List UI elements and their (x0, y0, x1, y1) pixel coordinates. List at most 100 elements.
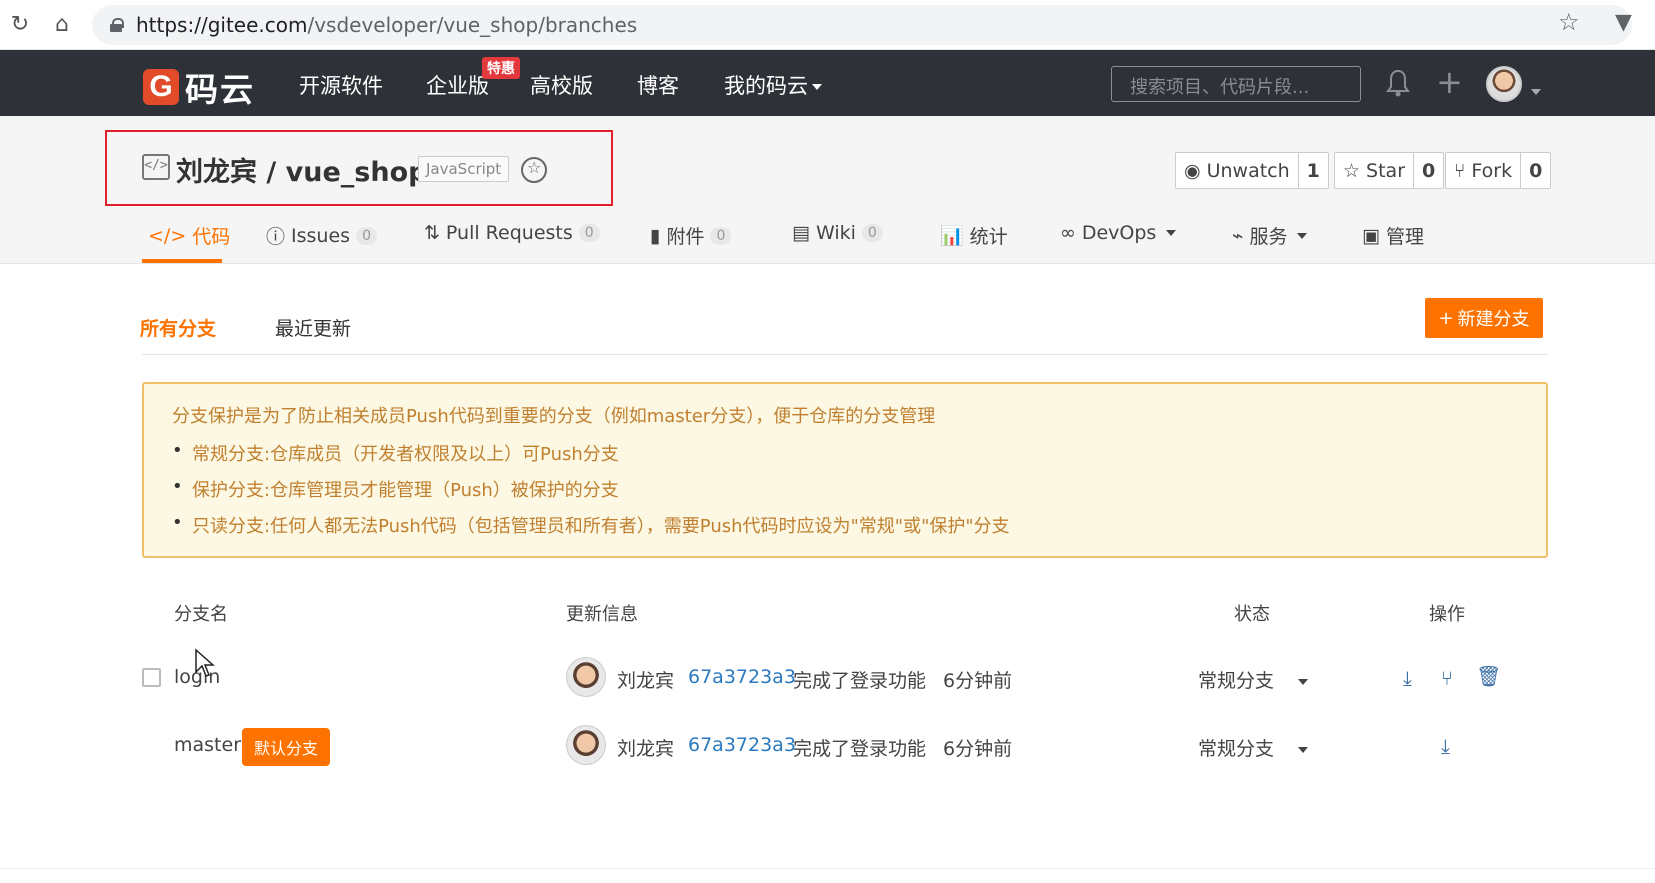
star-button[interactable]: ☆ Star 0 (1334, 152, 1445, 189)
nav-my-gitee[interactable]: 我的码云 (724, 70, 822, 100)
commit-message: 完成了登录功能 (793, 670, 927, 692)
tab-issues[interactable]: ⓘ Issues 0 (266, 222, 377, 249)
download-icon[interactable]: ⤓ (1441, 734, 1450, 758)
pr-count: 0 (578, 224, 600, 242)
address-bar[interactable]: https://gitee.com/vsdeveloper/vue_shop/b… (92, 5, 1632, 45)
commit-hash[interactable]: 67a3723a3 (688, 734, 796, 756)
chevron-down-icon (1298, 678, 1309, 685)
home-icon[interactable]: ⌂ (42, 4, 82, 44)
tab-issues-label: Issues (291, 224, 351, 247)
tab-devops[interactable]: ∞ DevOps (1060, 222, 1177, 244)
tab-code[interactable]: </> 代码 (148, 222, 230, 249)
chevron-down-icon (812, 84, 822, 90)
url-text: https://gitee.com/vsdeveloper/vue_shop/b… (136, 13, 638, 37)
download-icon[interactable]: ⤓ (1403, 666, 1412, 690)
star-count[interactable]: 0 (1413, 153, 1443, 188)
active-tab-indicator (142, 259, 222, 263)
gitee-logo[interactable]: G 码云 (143, 63, 255, 111)
repo-title[interactable]: 刘龙宾 / vue_shop (176, 150, 427, 189)
avatar-caret-icon[interactable] (1527, 81, 1541, 100)
pulse-icon: ⌁ (1232, 224, 1244, 247)
branch-name-master[interactable]: master (174, 734, 241, 756)
search-input[interactable]: 搜索项目、代码片段... (1111, 66, 1361, 102)
tab-pull-requests[interactable]: ⇅ Pull Requests 0 (424, 222, 600, 244)
user-avatar[interactable] (1486, 66, 1522, 102)
nav-open-source[interactable]: 开源软件 (299, 70, 383, 100)
plus-icon: + (1438, 307, 1454, 329)
tab-manage[interactable]: ▣ 管理 (1362, 222, 1424, 249)
subtab-recent-updates[interactable]: 最近更新 (275, 314, 351, 341)
language-badge[interactable]: JavaScript (418, 156, 510, 182)
col-update-info: 更新信息 (566, 604, 638, 625)
star-icon: ☆ (1343, 159, 1361, 182)
logo-text: 码云 (185, 70, 255, 109)
eye-icon: ◉ (1184, 159, 1201, 182)
author-avatar[interactable] (566, 657, 606, 697)
unwatch-button[interactable]: ◉ Unwatch 1 (1175, 152, 1329, 189)
tab-wiki[interactable]: ▤ Wiki 0 (792, 222, 883, 244)
fork-button[interactable]: ⑂ Fork 0 (1445, 152, 1552, 189)
page-bottom-divider (0, 868, 1655, 869)
infinity-icon: ∞ (1060, 222, 1076, 244)
new-branch-label: 新建分支 (1457, 309, 1530, 330)
issue-icon: ⓘ (266, 226, 286, 248)
browser-toolbar: ↻ ⌂ https://gitee.com/vsdeveloper/vue_sh… (0, 0, 1655, 50)
notice-item: 只读分支:任何人都无法Push代码（包括管理员和所有者），需要Push代码时应设… (172, 512, 1518, 538)
issues-count: 0 (356, 226, 377, 245)
notice-list: 常规分支:仓库成员（开发者权限及以上）可Push分支 保护分支:仓库管理员才能管… (172, 440, 1518, 538)
tab-manage-label: 管理 (1385, 226, 1424, 248)
chevron-down-icon (1166, 230, 1177, 236)
branch-status-select[interactable]: 常规分支 (1198, 734, 1309, 761)
tab-services[interactable]: ⌁ 服务 (1232, 222, 1308, 249)
hot-badge: 特惠 (482, 57, 520, 79)
default-branch-badge: 默认分支 (242, 728, 331, 766)
watch-count[interactable]: 1 (1297, 153, 1328, 188)
lock-icon (110, 18, 124, 32)
branch-status-label: 常规分支 (1198, 670, 1275, 692)
notice-item: 保护分支:仓库管理员才能管理（Push）被保护的分支 (172, 476, 1518, 502)
tab-pr-label: Pull Requests (445, 222, 573, 244)
wiki-count: 0 (861, 224, 883, 242)
nav-education[interactable]: 高校版 (530, 70, 593, 100)
fork-label: Fork (1471, 159, 1513, 182)
code-icon: </> (148, 224, 187, 247)
subtab-all-branches[interactable]: 所有分支 (140, 314, 216, 341)
tab-wiki-label: Wiki (815, 222, 856, 244)
reload-icon[interactable]: ↻ (0, 4, 40, 44)
commit-author[interactable]: 刘龙宾 (617, 666, 674, 693)
trash-icon[interactable]: 🗑 (1476, 664, 1501, 688)
author-avatar[interactable] (566, 725, 606, 765)
plus-icon[interactable]: + (1436, 66, 1463, 98)
nav-enterprise[interactable]: 企业版 (426, 70, 489, 100)
tab-devops-label: DevOps (1081, 222, 1157, 244)
mouse-cursor-icon (195, 648, 215, 677)
col-status: 状态 (1234, 604, 1270, 625)
nav-blog[interactable]: 博客 (637, 70, 679, 100)
bookmark-star-icon[interactable]: ☆ (1558, 8, 1580, 36)
col-branch-name: 分支名 (174, 604, 228, 625)
tab-stats[interactable]: 📊 统计 (940, 222, 1008, 249)
new-branch-button[interactable]: + 新建分支 (1425, 298, 1543, 338)
notice-item: 常规分支:仓库成员（开发者权限及以上）可Push分支 (172, 440, 1518, 466)
star-label: Star (1366, 159, 1406, 182)
chevron-down-icon (1298, 746, 1309, 753)
award-icon[interactable] (521, 157, 547, 183)
tab-attachments-label: 附件 (666, 226, 705, 248)
bar-chart-icon: 📊 (940, 225, 964, 247)
nav-my-gitee-label: 我的码云 (724, 74, 808, 98)
tab-code-label: 代码 (192, 226, 231, 248)
paperclip-icon: ▮ (650, 224, 661, 247)
commit-hash[interactable]: 67a3723a3 (688, 666, 796, 688)
browser-menu-icon[interactable]: ▼ (1615, 10, 1632, 35)
fork-icon: ⑂ (1454, 159, 1466, 182)
branch-icon[interactable]: ⑂ (1441, 666, 1453, 690)
tab-attachments[interactable]: ▮ 附件 0 (650, 222, 732, 249)
commit-author[interactable]: 刘龙宾 (617, 734, 674, 761)
commit-time: 6分钟前 (943, 738, 1013, 760)
subtab-divider (142, 354, 1548, 355)
branch-status-select[interactable]: 常规分支 (1198, 666, 1309, 693)
bell-icon[interactable] (1386, 68, 1410, 98)
tab-stats-label: 统计 (969, 226, 1008, 248)
fork-count[interactable]: 0 (1520, 153, 1550, 188)
branch-select-checkbox[interactable] (142, 668, 161, 687)
